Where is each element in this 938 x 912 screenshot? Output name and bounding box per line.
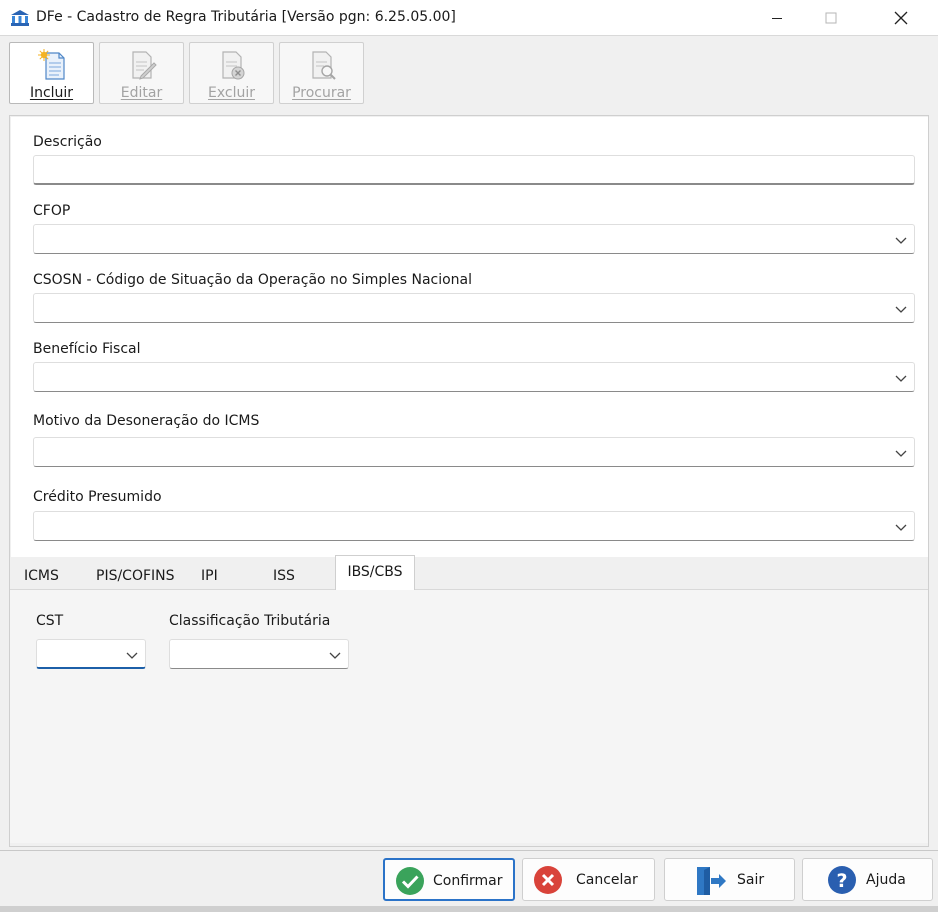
- classificacao-label: Classificação Tributária: [169, 613, 331, 629]
- motivo-select[interactable]: [33, 437, 915, 467]
- chevron-down-icon: [895, 524, 907, 531]
- tab-icms[interactable]: ICMS: [24, 559, 59, 590]
- ajuda-button[interactable]: ? Ajuda: [802, 858, 933, 901]
- confirmar-button[interactable]: Confirmar: [383, 858, 515, 901]
- tab-pis-cofins[interactable]: PIS/COFINS: [96, 559, 175, 590]
- close-button[interactable]: [878, 0, 924, 36]
- form-fields-area: Descrição CFOP CSOSN - Código de Situaçã…: [11, 117, 928, 557]
- tab-page-ibs-cbs: CST Classificação Tributária: [10, 589, 928, 843]
- credito-label: Crédito Presumido: [33, 489, 162, 505]
- delete-document-icon: [221, 51, 244, 80]
- procurar-label: Procurar: [292, 85, 351, 101]
- maximize-icon: [825, 12, 837, 24]
- chevron-down-icon: [126, 652, 138, 659]
- tab-ibs-cbs[interactable]: IBS/CBS: [335, 555, 415, 590]
- cfop-select[interactable]: [33, 224, 915, 254]
- csosn-select[interactable]: [33, 293, 915, 323]
- cfop-label: CFOP: [33, 203, 71, 219]
- svg-text:?: ?: [836, 870, 847, 892]
- edit-document-icon: [131, 51, 157, 80]
- beneficio-select[interactable]: [33, 362, 915, 392]
- minimize-button[interactable]: [754, 0, 800, 36]
- new-document-icon: [37, 49, 65, 80]
- descricao-input[interactable]: [33, 155, 915, 185]
- motivo-label: Motivo da Desoneração do ICMS: [33, 413, 260, 429]
- sair-label: Sair: [737, 872, 765, 888]
- cancelar-label: Cancelar: [576, 872, 638, 888]
- cst-select[interactable]: [36, 639, 146, 669]
- close-icon: [894, 11, 908, 25]
- minimize-icon: [772, 18, 782, 19]
- search-document-icon: [311, 51, 336, 80]
- x-circle-icon: [534, 866, 562, 894]
- tab-ipi[interactable]: IPI: [201, 559, 218, 590]
- editar-label: Editar: [120, 85, 163, 101]
- ajuda-label: Ajuda: [866, 872, 906, 888]
- app-building-icon: [11, 10, 29, 26]
- editar-button[interactable]: Editar: [99, 42, 184, 104]
- title-bar: DFe - Cadastro de Regra Tributária [Vers…: [0, 0, 938, 36]
- incluir-button[interactable]: Incluir: [9, 42, 94, 104]
- tab-iss[interactable]: ISS: [273, 559, 295, 590]
- chevron-down-icon: [895, 375, 907, 382]
- toolbar: Incluir Editar Excluir Procurar: [0, 36, 938, 108]
- chevron-down-icon: [895, 237, 907, 244]
- cancelar-button[interactable]: Cancelar: [522, 858, 655, 901]
- descricao-label: Descrição: [33, 134, 102, 150]
- beneficio-label: Benefício Fiscal: [33, 341, 141, 357]
- chevron-down-icon: [895, 306, 907, 313]
- csosn-label: CSOSN - Código de Situação da Operação n…: [33, 272, 473, 288]
- window-title: DFe - Cadastro de Regra Tributária [Vers…: [36, 9, 456, 25]
- confirmar-label: Confirmar: [433, 873, 503, 889]
- incluir-label: Incluir: [29, 85, 74, 101]
- excluir-label: Excluir: [208, 85, 255, 101]
- exit-door-icon: [697, 867, 726, 895]
- classificacao-select[interactable]: [169, 639, 349, 669]
- help-circle-icon: ?: [828, 866, 856, 894]
- excluir-button[interactable]: Excluir: [189, 42, 274, 104]
- check-circle-icon: [396, 867, 424, 895]
- footer-divider: [0, 850, 938, 851]
- window-bottom-edge: [0, 906, 938, 912]
- procurar-button[interactable]: Procurar: [279, 42, 364, 104]
- chevron-down-icon: [329, 652, 341, 659]
- credito-select[interactable]: [33, 511, 915, 541]
- maximize-button[interactable]: [808, 0, 854, 36]
- cst-label: CST: [36, 613, 64, 629]
- sair-button[interactable]: Sair: [664, 858, 795, 901]
- chevron-down-icon: [895, 450, 907, 457]
